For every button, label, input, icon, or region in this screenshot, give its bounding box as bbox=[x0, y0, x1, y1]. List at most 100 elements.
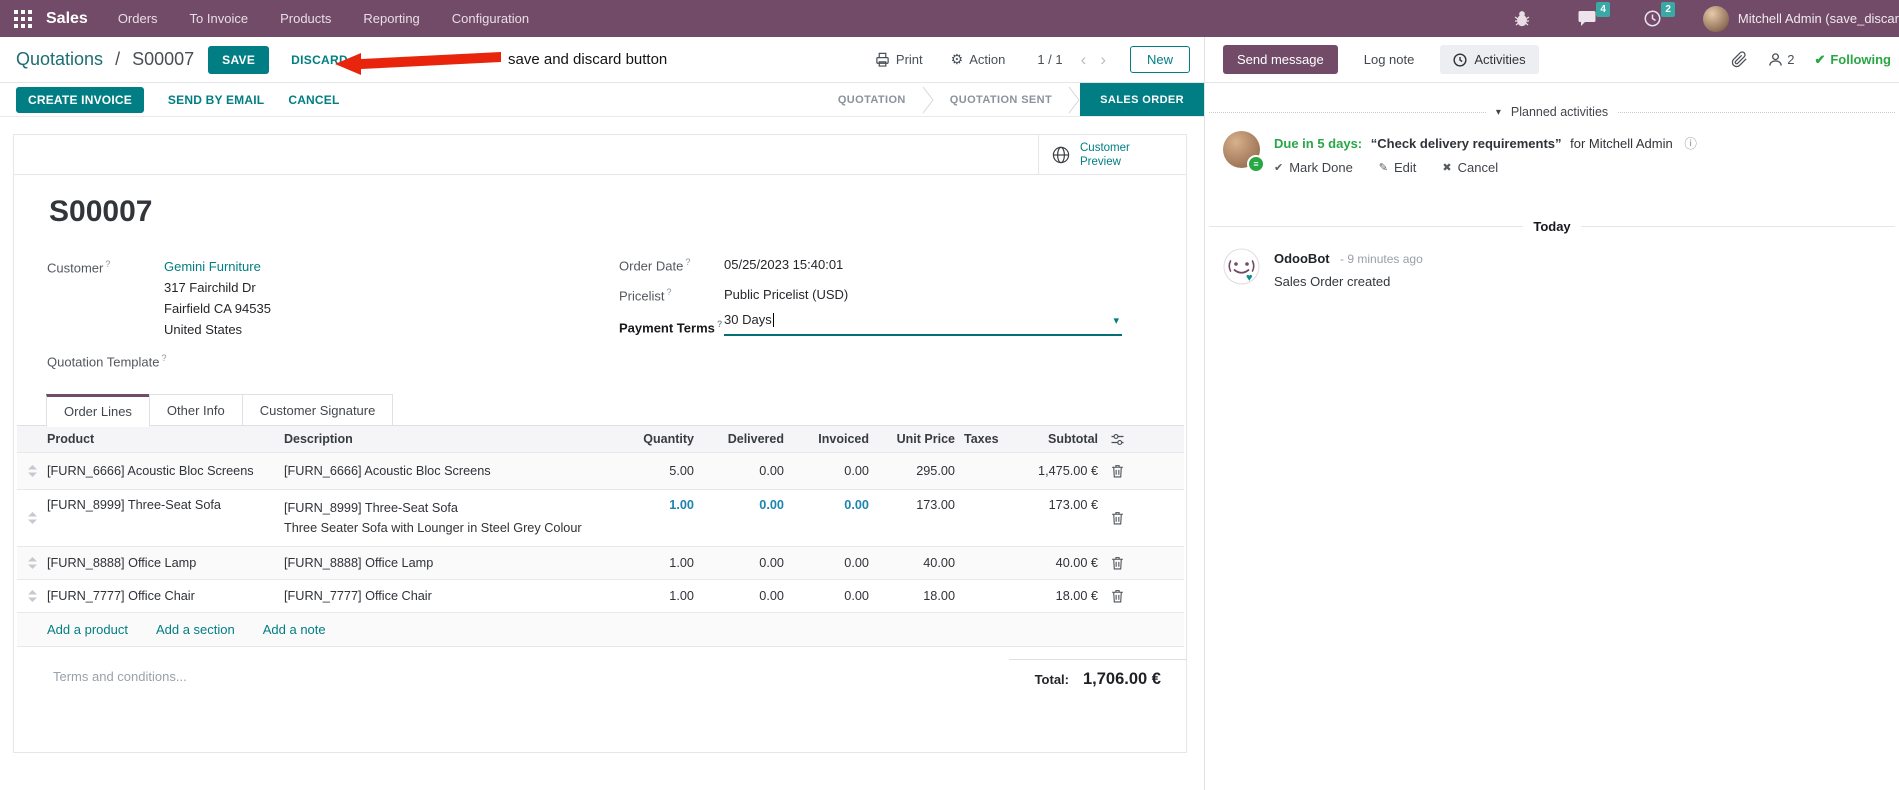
activity-due-text: Due in 5 days: bbox=[1274, 136, 1363, 151]
sheet-header-strip bbox=[14, 135, 1186, 175]
payment-terms-input[interactable]: 30 Days ▾ bbox=[724, 312, 1122, 336]
col-header-quantity[interactable]: Quantity bbox=[636, 432, 694, 446]
attachment-paperclip-icon[interactable] bbox=[1731, 51, 1748, 68]
activities-clock-icon[interactable]: 2 bbox=[1644, 2, 1675, 27]
drag-handle-icon[interactable] bbox=[17, 590, 47, 602]
order-line-row: [FURN_6666] Acoustic Bloc Screens [FURN_… bbox=[17, 453, 1184, 490]
cell-quantity[interactable]: 5.00 bbox=[636, 464, 694, 478]
terms-placeholder[interactable]: Terms and conditions... bbox=[53, 669, 187, 684]
schedule-activity-button[interactable]: Activities bbox=[1440, 45, 1539, 74]
cell-quantity[interactable]: 1.00 bbox=[636, 589, 694, 603]
statusbar: QUOTATION QUOTATION SENT SALES ORDER bbox=[822, 83, 1204, 116]
cell-invoiced[interactable]: 0.00 bbox=[784, 589, 869, 603]
status-sales-order[interactable]: SALES ORDER bbox=[1080, 83, 1204, 116]
apps-menu-icon[interactable] bbox=[14, 9, 32, 28]
col-header-unit-price[interactable]: Unit Price bbox=[869, 432, 955, 446]
cell-product[interactable]: [FURN_8888] Office Lamp bbox=[47, 556, 284, 570]
log-note-button[interactable]: Log note bbox=[1354, 45, 1425, 74]
cell-delivered[interactable]: 0.00 bbox=[694, 556, 784, 570]
messages-icon[interactable]: 4 bbox=[1578, 2, 1610, 27]
col-header-invoiced[interactable]: Invoiced bbox=[784, 432, 869, 446]
user-menu[interactable]: Mitchell Admin (save_discar bbox=[1702, 5, 1899, 32]
info-icon[interactable]: ⓘ bbox=[1684, 137, 1697, 151]
cell-delivered[interactable]: 0.00 bbox=[694, 464, 784, 478]
col-header-subtotal[interactable]: Subtotal bbox=[1030, 432, 1098, 446]
delete-line-icon[interactable] bbox=[1098, 589, 1136, 603]
cell-description[interactable]: [FURN_8999] Three-Seat Sofa Three Seater… bbox=[284, 498, 636, 538]
followers-count: 2 bbox=[1787, 52, 1795, 67]
planned-activities-label[interactable]: Planned activities bbox=[1511, 105, 1608, 119]
dropdown-caret-icon[interactable]: ▾ bbox=[1113, 314, 1119, 327]
messages-badge: 4 bbox=[1596, 2, 1610, 17]
pricelist-value[interactable]: Public Pricelist (USD) bbox=[724, 287, 848, 302]
new-button[interactable]: New bbox=[1129, 46, 1190, 73]
menu-reporting[interactable]: Reporting bbox=[363, 11, 419, 26]
cell-unit-price[interactable]: 18.00 bbox=[869, 589, 955, 603]
cell-invoiced[interactable]: 0.00 bbox=[784, 464, 869, 478]
cell-quantity[interactable]: 1.00 bbox=[636, 498, 694, 512]
add-section-link[interactable]: Add a section bbox=[156, 622, 235, 637]
pager-previous-icon[interactable]: ‹ bbox=[1081, 51, 1087, 68]
cell-unit-price[interactable]: 173.00 bbox=[869, 498, 955, 512]
following-button[interactable]: ✔ Following bbox=[1814, 52, 1891, 68]
tab-order-lines[interactable]: Order Lines bbox=[46, 394, 150, 427]
globe-icon bbox=[1052, 146, 1070, 164]
print-button[interactable]: Print bbox=[875, 52, 923, 67]
add-product-link[interactable]: Add a product bbox=[47, 622, 128, 637]
edit-activity-button[interactable]: ✎ Edit bbox=[1379, 160, 1417, 175]
save-button[interactable]: SAVE bbox=[208, 45, 270, 74]
cell-description[interactable]: [FURN_8888] Office Lamp bbox=[284, 553, 636, 573]
menu-configuration[interactable]: Configuration bbox=[452, 11, 529, 26]
followers-button[interactable]: 2 bbox=[1768, 52, 1794, 67]
menu-to-invoice[interactable]: To Invoice bbox=[190, 11, 249, 26]
drag-handle-icon[interactable] bbox=[17, 512, 47, 524]
debug-bug-icon[interactable] bbox=[1514, 10, 1530, 27]
mark-done-button[interactable]: ✔ Mark Done bbox=[1274, 160, 1353, 175]
cell-product[interactable]: [FURN_6666] Acoustic Bloc Screens bbox=[47, 464, 284, 478]
customer-preview-button[interactable]: Customer Preview bbox=[1038, 135, 1186, 175]
cell-quantity[interactable]: 1.00 bbox=[636, 556, 694, 570]
cell-delivered[interactable]: 0.00 bbox=[694, 498, 784, 512]
pager-next-icon[interactable]: › bbox=[1100, 51, 1106, 68]
cell-product[interactable]: [FURN_8999] Three-Seat Sofa bbox=[47, 498, 284, 512]
collapse-caret-icon[interactable]: ▾ bbox=[1496, 107, 1501, 118]
cell-description[interactable]: [FURN_7777] Office Chair bbox=[284, 586, 636, 606]
col-header-taxes[interactable]: Taxes bbox=[955, 432, 1030, 446]
order-date-value[interactable]: 05/25/2023 15:40:01 bbox=[724, 257, 843, 272]
optional-columns-icon[interactable] bbox=[1098, 432, 1136, 447]
delete-line-icon[interactable] bbox=[1098, 464, 1136, 478]
cell-unit-price[interactable]: 295.00 bbox=[869, 464, 955, 478]
menu-products[interactable]: Products bbox=[280, 11, 331, 26]
breadcrumb-separator: / bbox=[115, 49, 121, 69]
create-invoice-button[interactable]: CREATE INVOICE bbox=[16, 86, 144, 113]
send-by-email-button[interactable]: SEND BY EMAIL bbox=[168, 93, 264, 107]
col-header-description[interactable]: Description bbox=[284, 429, 636, 449]
col-header-product[interactable]: Product bbox=[47, 432, 284, 446]
send-message-button[interactable]: Send message bbox=[1223, 45, 1338, 74]
delete-line-icon[interactable] bbox=[1098, 511, 1136, 525]
cancel-activity-button[interactable]: ✖ Cancel bbox=[1442, 160, 1498, 175]
add-note-link[interactable]: Add a note bbox=[263, 622, 326, 637]
delete-line-icon[interactable] bbox=[1098, 556, 1136, 570]
action-button[interactable]: ⚙ Action bbox=[951, 51, 1006, 68]
drag-handle-icon[interactable] bbox=[17, 557, 47, 569]
col-header-delivered[interactable]: Delivered bbox=[694, 432, 784, 446]
cell-product[interactable]: [FURN_7777] Office Chair bbox=[47, 589, 284, 603]
tab-other-info[interactable]: Other Info bbox=[148, 394, 243, 426]
app-name[interactable]: Sales bbox=[46, 10, 88, 28]
cell-unit-price[interactable]: 40.00 bbox=[869, 556, 955, 570]
tab-customer-signature[interactable]: Customer Signature bbox=[241, 394, 394, 426]
status-quotation-sent[interactable]: QUOTATION SENT bbox=[934, 83, 1068, 116]
cell-invoiced[interactable]: 0.00 bbox=[784, 498, 869, 512]
status-quotation[interactable]: QUOTATION bbox=[822, 83, 922, 116]
customer-name-link[interactable]: Gemini Furniture bbox=[164, 259, 261, 274]
cell-description[interactable]: [FURN_6666] Acoustic Bloc Screens bbox=[284, 461, 636, 481]
cell-delivered[interactable]: 0.00 bbox=[694, 589, 784, 603]
breadcrumb-quotations-link[interactable]: Quotations bbox=[16, 49, 103, 69]
message-author: OdooBot bbox=[1274, 251, 1330, 266]
cancel-button[interactable]: CANCEL bbox=[288, 93, 339, 107]
cell-invoiced[interactable]: 0.00 bbox=[784, 556, 869, 570]
cell-subtotal: 1,475.00 € bbox=[1038, 464, 1098, 478]
menu-orders[interactable]: Orders bbox=[118, 11, 158, 26]
drag-handle-icon[interactable] bbox=[17, 465, 47, 477]
